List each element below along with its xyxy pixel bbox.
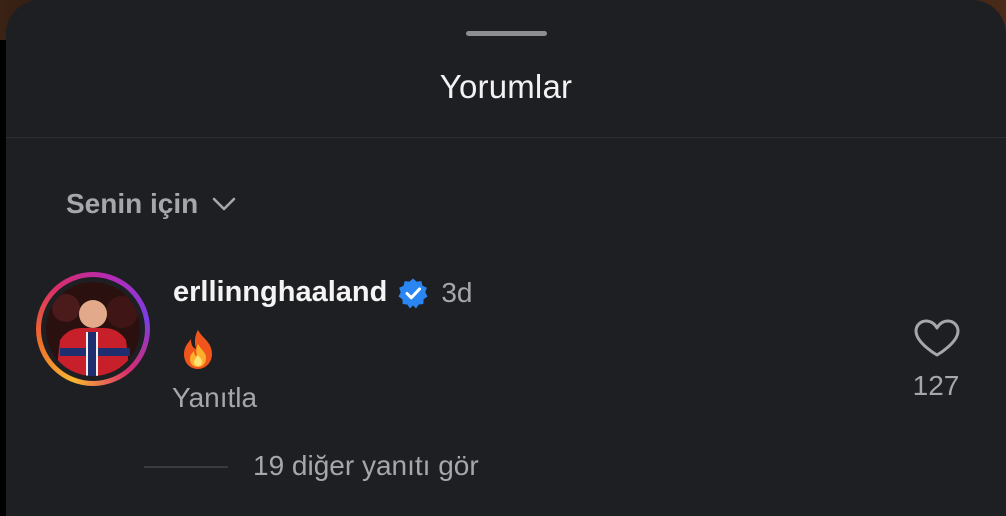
replies-divider-line bbox=[144, 466, 228, 468]
chevron-down-icon bbox=[212, 197, 236, 211]
drag-handle[interactable] bbox=[466, 31, 547, 36]
like-count: 127 bbox=[912, 370, 960, 401]
sort-dropdown[interactable]: Senin için bbox=[66, 188, 238, 220]
sort-label: Senin için bbox=[66, 188, 199, 219]
heart-icon[interactable] bbox=[912, 318, 962, 358]
verified-badge-icon bbox=[398, 278, 428, 308]
reply-button[interactable]: Yanıtla bbox=[172, 382, 257, 414]
header-divider bbox=[6, 137, 1006, 138]
avatar-photo bbox=[46, 282, 140, 376]
comment-header: erllinnghaaland 3d bbox=[173, 276, 472, 309]
view-replies-button[interactable]: 19 diğer yanıtı gör bbox=[253, 450, 479, 482]
fire-emoji bbox=[184, 330, 212, 369]
avatar-border bbox=[41, 277, 145, 381]
sheet-title: Yorumlar bbox=[439, 68, 573, 105]
comment-timestamp: 3d bbox=[441, 276, 473, 308]
comments-sheet: Yorumlar Senin için erllinnghaaland 3d Y… bbox=[6, 0, 1006, 516]
comment-username[interactable]: erllinnghaaland bbox=[173, 276, 387, 309]
avatar[interactable] bbox=[36, 272, 150, 386]
